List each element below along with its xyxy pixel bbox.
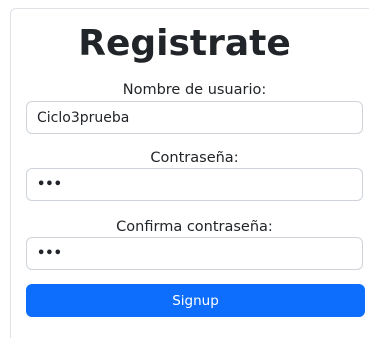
confirm-password-label: Confirma contraseña: [116,219,273,235]
password-field[interactable] [26,168,363,201]
confirm-password-field[interactable] [26,237,363,270]
username-field[interactable] [26,101,363,134]
username-label: Nombre de usuario: [122,82,267,98]
password-label: Contraseña: [150,150,239,166]
page-title: Registrate [78,23,291,64]
signup-button[interactable]: Signup [26,284,365,317]
